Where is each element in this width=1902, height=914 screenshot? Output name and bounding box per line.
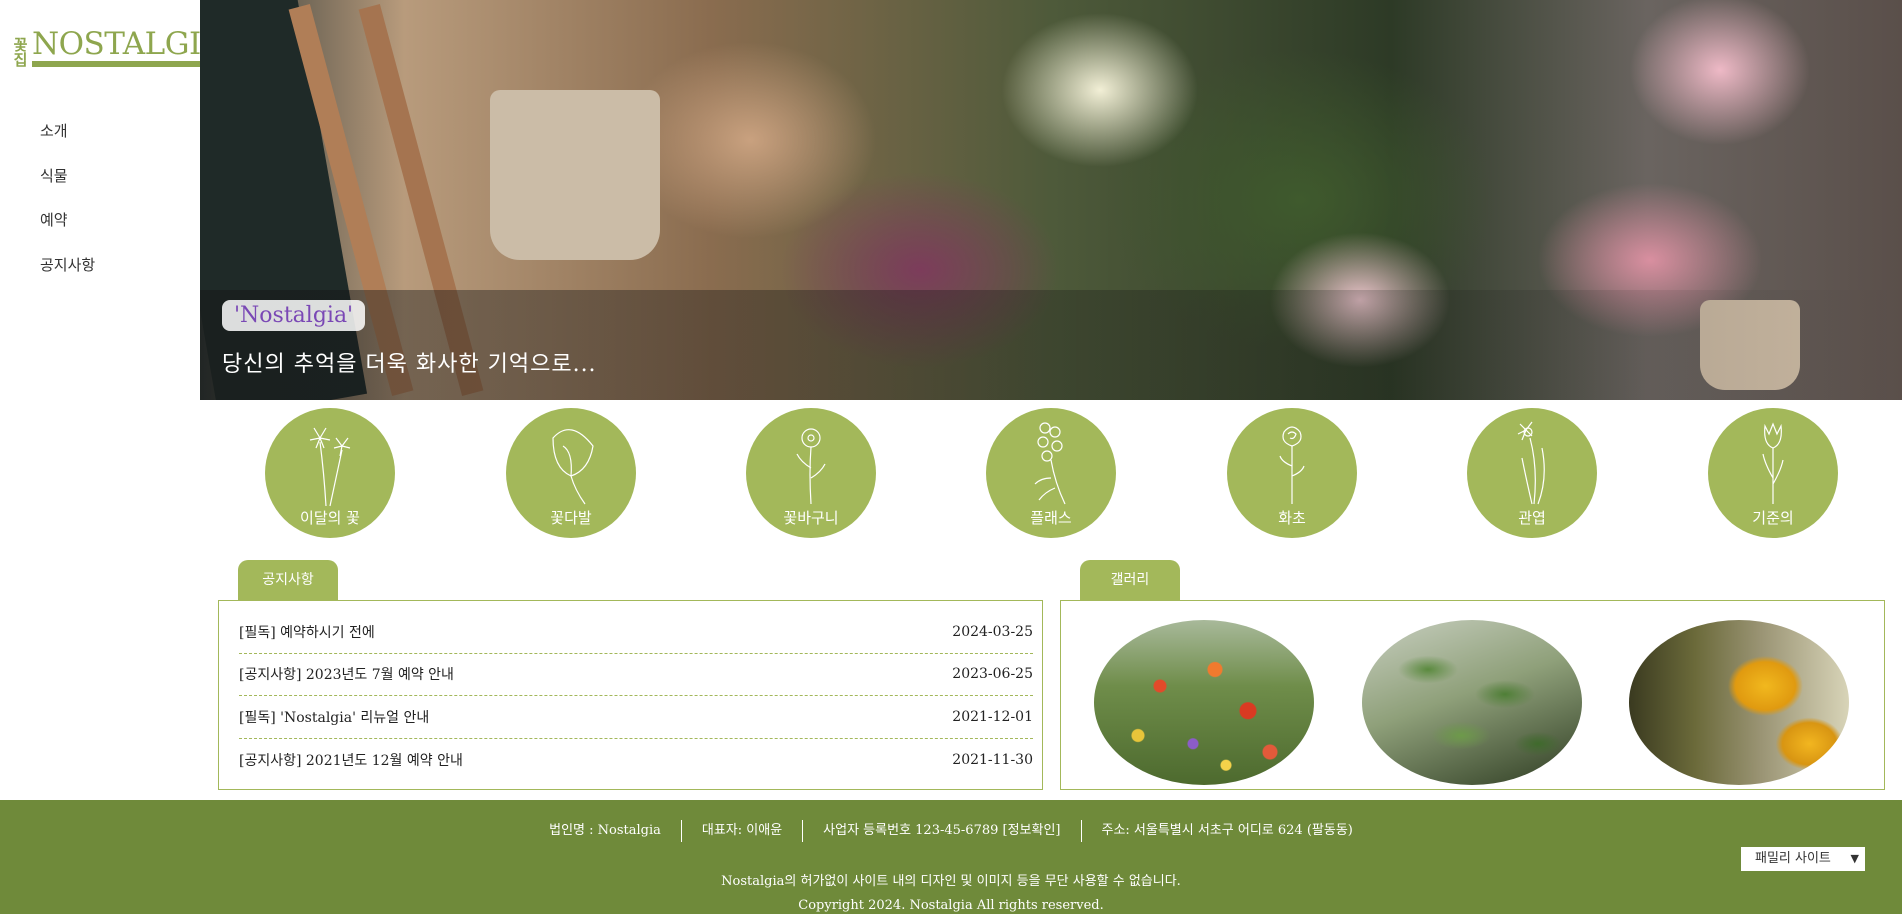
category-label: 관엽 — [1518, 509, 1546, 527]
hero-badge: 'Nostalgia' — [222, 300, 366, 331]
chevron-down-icon: ▼ — [1850, 852, 1859, 865]
footer-biz-no[interactable]: 사업자 등록번호 123-45-6789 [정보확인] — [803, 820, 1080, 842]
footer-company: 법인명 : Nostalgia — [549, 823, 661, 838]
category-label: 이달의 꽃 — [300, 509, 360, 527]
notice-row[interactable]: [필독] 'Nostalgia' 리뉴얼 안내 2021-12-01 — [239, 696, 1033, 739]
notice-date: 2021-11-30 — [952, 751, 1033, 768]
category-label: 플래스 — [1030, 509, 1072, 527]
nav-item-reservation[interactable]: 예약 — [40, 209, 95, 254]
category-other[interactable]: 기준의 — [1708, 408, 1838, 538]
notice-title: [필독] 예약하시기 전에 — [239, 624, 375, 641]
category-houseplant[interactable]: 화초 — [1227, 408, 1357, 538]
larkspur-icon — [1034, 422, 1066, 505]
footer-usage-notice: Nostalgia의 허가없이 사이트 내의 디자인 및 이미지 등을 무단 사… — [721, 874, 1181, 889]
tulip-icon — [1762, 422, 1784, 504]
gallery-panel — [1060, 600, 1885, 790]
notice-date: 2023-06-25 — [952, 666, 1033, 683]
notice-panel: [필독] 예약하시기 전에 2024-03-25 [공지사항] 2023년도 7… — [218, 600, 1043, 790]
logo-text: NOSTALGIA — [32, 28, 223, 67]
calla-icon — [552, 429, 594, 505]
rose-icon — [1279, 426, 1305, 504]
tab-notice[interactable]: 공지사항 — [238, 560, 338, 600]
notice-title: [필독] 'Nostalgia' 리뉴얼 안내 — [239, 709, 430, 726]
category-label: 기준의 — [1752, 509, 1794, 527]
gallery-image-marigold[interactable] — [1629, 620, 1849, 785]
hero-banner: 'Nostalgia' 당신의 추억을 더욱 화사한 기억으로... — [200, 0, 1902, 400]
logo[interactable]: 꽃집 NOSTALGIA — [11, 28, 223, 67]
category-monthly-flower[interactable]: 이달의 꽃 — [265, 408, 395, 538]
category-foliage[interactable]: 관엽 — [1467, 408, 1597, 538]
daffodil-icon — [1517, 421, 1545, 505]
logo-hanja: 꽃집 — [11, 37, 29, 67]
sidebar: 꽃집 NOSTALGIA 소개 식물 예약 공지사항 — [0, 0, 223, 800]
notice-row[interactable]: [필독] 예약하시기 전에 2024-03-25 — [239, 611, 1033, 654]
gallery-image-wildflowers[interactable] — [1094, 620, 1314, 785]
notice-date: 2024-03-25 — [952, 623, 1033, 640]
notice-date: 2021-12-01 — [952, 708, 1033, 725]
nav-item-plants[interactable]: 식물 — [40, 165, 95, 210]
footer: 법인명 : Nostalgia 대표자: 이애윤 사업자 등록번호 123-45… — [0, 800, 1902, 914]
tab-gallery[interactable]: 갤러리 — [1080, 560, 1180, 600]
main-nav: 소개 식물 예약 공지사항 — [40, 120, 95, 298]
nav-item-notice[interactable]: 공지사항 — [40, 254, 95, 299]
notice-row[interactable]: [공지사항] 2023년도 7월 예약 안내 2023-06-25 — [239, 654, 1033, 696]
category-basket[interactable]: 꽃바구니 — [746, 408, 876, 538]
footer-info: 법인명 : Nostalgia 대표자: 이애윤 사업자 등록번호 123-45… — [0, 820, 1902, 842]
category-label: 꽃다발 — [550, 509, 592, 527]
footer-copyright: Copyright 2024. Nostalgia All rights res… — [798, 898, 1104, 913]
basket-graphic — [490, 90, 660, 260]
lily-icon — [309, 427, 351, 507]
poppy-icon — [796, 428, 826, 505]
category-flass[interactable]: 플래스 — [986, 408, 1116, 538]
category-list: 이달의 꽃 꽃다발 꽃바구니 플래스 화초 관엽 기준의 — [200, 408, 1902, 542]
notice-title: [공지사항] 2021년도 12월 예약 안내 — [239, 752, 463, 769]
family-site-select[interactable]: 패밀리 사이트 ▼ — [1741, 847, 1865, 871]
hero-caption: 'Nostalgia' 당신의 추억을 더욱 화사한 기억으로... — [200, 290, 1902, 400]
gallery-image-leaves[interactable] — [1362, 620, 1582, 785]
family-site-label: 패밀리 사이트 — [1755, 851, 1831, 866]
category-label: 화초 — [1278, 509, 1306, 527]
footer-ceo: 대표자: 이애윤 — [701, 823, 783, 838]
nav-item-intro[interactable]: 소개 — [40, 120, 95, 165]
footer-note: Nostalgia의 허가없이 사이트 내의 디자인 및 이미지 등을 무단 사… — [0, 870, 1902, 914]
notice-title: [공지사항] 2023년도 7월 예약 안내 — [239, 667, 454, 684]
category-bouquet[interactable]: 꽃다발 — [506, 408, 636, 538]
category-label: 꽃바구니 — [783, 509, 839, 527]
notice-row[interactable]: [공지사항] 2021년도 12월 예약 안내 2021-11-30 — [239, 739, 1033, 782]
footer-address: 주소: 서울특별시 서초구 어디로 624 (팔동동) — [1101, 823, 1353, 838]
hero-subtitle: 당신의 추억을 더욱 화사한 기억으로... — [222, 352, 597, 377]
